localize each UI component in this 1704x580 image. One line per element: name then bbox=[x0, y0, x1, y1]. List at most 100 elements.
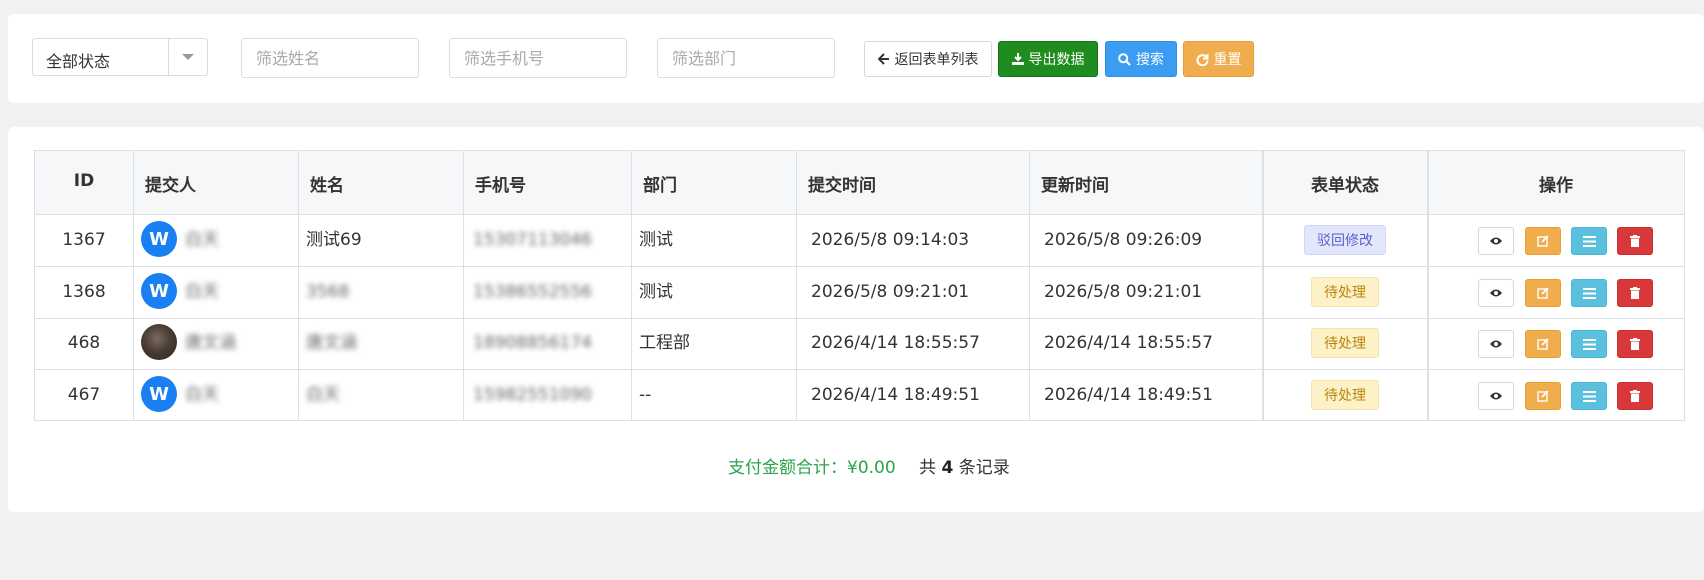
edit-icon bbox=[1537, 390, 1549, 402]
cell-name: 测试69 bbox=[306, 230, 362, 250]
delete-button[interactable] bbox=[1617, 279, 1653, 307]
cell-phone: 15307113046 bbox=[473, 230, 592, 250]
chevron-down-icon[interactable] bbox=[182, 54, 194, 60]
filter-panel: 全部状态 返回表单列表 导出数据 搜索 重置 bbox=[8, 14, 1704, 103]
header-update-time: 更新时间 bbox=[1041, 176, 1109, 196]
list-button[interactable] bbox=[1571, 382, 1607, 410]
edit-icon bbox=[1537, 338, 1549, 350]
view-button[interactable] bbox=[1478, 227, 1514, 255]
edit-button[interactable] bbox=[1525, 279, 1561, 307]
cell-submitter: 白天 bbox=[185, 230, 219, 250]
header-actions: 操作 bbox=[1539, 176, 1573, 196]
cell-id: 468 bbox=[67, 333, 101, 353]
eye-icon bbox=[1490, 392, 1502, 400]
refresh-icon bbox=[1196, 53, 1208, 66]
cell-phone: 15386552556 bbox=[473, 282, 592, 302]
column-divider bbox=[1029, 151, 1030, 420]
dept-filter-input[interactable] bbox=[657, 38, 835, 78]
list-icon bbox=[1582, 390, 1596, 402]
cell-submit-time: 2026/5/8 09:21:01 bbox=[811, 282, 970, 302]
delete-button[interactable] bbox=[1617, 382, 1653, 410]
cell-update-time: 2026/5/8 09:26:09 bbox=[1044, 230, 1203, 250]
list-icon bbox=[1582, 287, 1596, 299]
record-count-prefix: 共 bbox=[919, 458, 937, 478]
view-button[interactable] bbox=[1478, 330, 1514, 358]
status-select[interactable]: 全部状态 bbox=[32, 38, 208, 76]
header-phone: 手机号 bbox=[475, 176, 526, 196]
row-divider bbox=[35, 318, 1684, 319]
list-button[interactable] bbox=[1571, 279, 1607, 307]
trash-icon bbox=[1630, 287, 1640, 299]
select-divider bbox=[168, 39, 169, 75]
header-id: ID bbox=[73, 171, 95, 191]
cell-submitter: 唐文涵 bbox=[185, 333, 236, 353]
edit-icon bbox=[1537, 287, 1549, 299]
search-button[interactable]: 搜索 bbox=[1105, 41, 1177, 77]
list-button[interactable] bbox=[1571, 330, 1607, 358]
eye-icon bbox=[1490, 289, 1502, 297]
export-button-label: 导出数据 bbox=[1028, 52, 1085, 68]
cell-id: 1368 bbox=[62, 282, 106, 302]
back-to-list-button[interactable]: 返回表单列表 bbox=[864, 41, 992, 77]
trash-icon bbox=[1630, 390, 1640, 402]
status-badge: 驳回修改 bbox=[1304, 225, 1386, 255]
header-name: 姓名 bbox=[310, 176, 344, 196]
header-dept: 部门 bbox=[643, 176, 677, 196]
edit-button[interactable] bbox=[1525, 382, 1561, 410]
edit-button[interactable] bbox=[1525, 227, 1561, 255]
trash-icon bbox=[1630, 235, 1640, 247]
name-filter-input[interactable] bbox=[241, 38, 419, 78]
reset-button[interactable]: 重置 bbox=[1183, 41, 1254, 77]
header-submit-time: 提交时间 bbox=[808, 176, 876, 196]
arrow-left-icon bbox=[877, 53, 889, 65]
cell-name: 白天 bbox=[306, 385, 340, 405]
trash-icon bbox=[1630, 338, 1640, 350]
edit-icon bbox=[1537, 235, 1549, 247]
view-button[interactable] bbox=[1478, 279, 1514, 307]
cell-dept: 工程部 bbox=[639, 333, 690, 353]
record-count: 共 4 条记录 bbox=[919, 458, 1010, 478]
delete-button[interactable] bbox=[1617, 227, 1653, 255]
avatar: W bbox=[141, 221, 177, 257]
cell-submit-time: 2026/4/14 18:55:57 bbox=[811, 333, 980, 353]
column-divider bbox=[133, 151, 134, 420]
eye-icon bbox=[1490, 237, 1502, 245]
list-button[interactable] bbox=[1571, 227, 1607, 255]
avatar bbox=[141, 324, 177, 360]
column-divider bbox=[463, 151, 464, 420]
list-icon bbox=[1582, 338, 1596, 350]
row-divider bbox=[35, 266, 1684, 267]
record-count-value: 4 bbox=[941, 458, 954, 478]
cell-id: 467 bbox=[67, 385, 101, 405]
eye-icon bbox=[1490, 340, 1502, 348]
edit-button[interactable] bbox=[1525, 330, 1561, 358]
cell-update-time: 2026/4/14 18:55:57 bbox=[1044, 333, 1213, 353]
status-badge: 待处理 bbox=[1311, 380, 1379, 410]
column-divider bbox=[1427, 151, 1429, 420]
view-button[interactable] bbox=[1478, 382, 1514, 410]
pay-total-label: 支付金额合计： bbox=[728, 458, 847, 478]
export-data-button[interactable]: 导出数据 bbox=[998, 41, 1098, 77]
status-select-value: 全部状态 bbox=[46, 52, 111, 71]
table-panel: ID 提交人 姓名 手机号 部门 提交时间 更新时间 表单状态 操作 1367 … bbox=[8, 127, 1704, 512]
reset-button-label: 重置 bbox=[1213, 52, 1242, 68]
cell-update-time: 2026/4/14 18:49:51 bbox=[1044, 385, 1213, 405]
phone-filter-input[interactable] bbox=[449, 38, 627, 78]
cell-dept: 测试 bbox=[639, 230, 673, 250]
header-status: 表单状态 bbox=[1311, 176, 1379, 196]
download-icon bbox=[1011, 53, 1024, 65]
column-divider bbox=[631, 151, 632, 420]
status-badge: 待处理 bbox=[1311, 277, 1379, 307]
status-badge: 待处理 bbox=[1311, 328, 1379, 358]
delete-button[interactable] bbox=[1617, 330, 1653, 358]
cell-submit-time: 2026/5/8 09:14:03 bbox=[811, 230, 970, 250]
column-divider bbox=[796, 151, 797, 420]
cell-id: 1367 bbox=[62, 230, 106, 250]
search-button-label: 搜索 bbox=[1136, 52, 1164, 68]
column-divider bbox=[298, 151, 299, 420]
header-submitter: 提交人 bbox=[145, 176, 196, 196]
cell-submitter: 白天 bbox=[185, 385, 219, 405]
column-divider bbox=[1262, 151, 1264, 420]
cell-update-time: 2026/5/8 09:21:01 bbox=[1044, 282, 1203, 302]
avatar: W bbox=[141, 376, 177, 412]
